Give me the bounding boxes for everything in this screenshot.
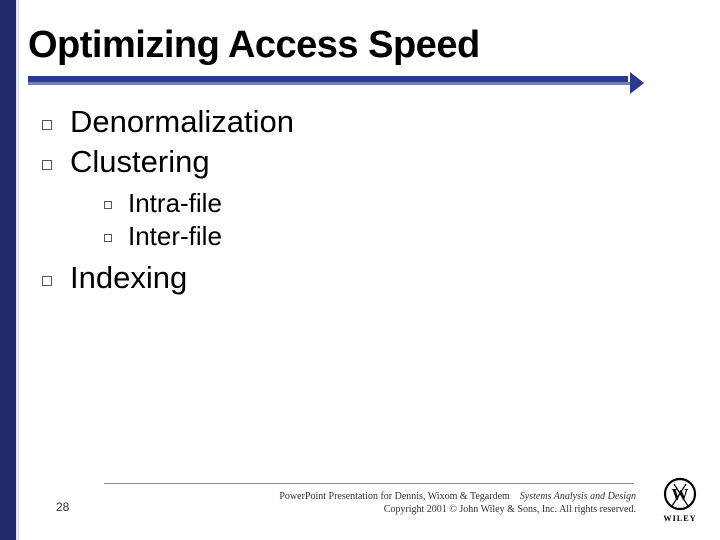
- square-bullet-icon: [42, 276, 52, 286]
- title-underline: [28, 76, 636, 88]
- content-area: Denormalization Clustering Intra-file In…: [42, 104, 662, 300]
- footer-text: PowerPoint Presentation for Dennis, Wixo…: [160, 491, 636, 516]
- arrow-right-icon: [630, 72, 644, 94]
- square-bullet-icon: [42, 120, 52, 130]
- bullet-text: Inter-file: [128, 221, 222, 252]
- bullet-text: Indexing: [70, 260, 187, 296]
- bullet-level1: Indexing: [42, 260, 662, 296]
- bullet-level2: Intra-file: [104, 188, 662, 219]
- wiley-logo: W WILEY: [656, 476, 704, 524]
- left-accent-bar: [0, 0, 16, 540]
- page-number: 28: [56, 500, 69, 514]
- footer-book-title: Systems Analysis and Design: [520, 491, 636, 502]
- square-bullet-icon: [104, 234, 112, 242]
- bullet-level2: Inter-file: [104, 221, 662, 252]
- bullet-level1: Clustering: [42, 144, 662, 180]
- bullet-level1: Denormalization: [42, 104, 662, 140]
- bullet-text: Clustering: [70, 144, 210, 180]
- sub-bullets: Intra-file Inter-file: [104, 188, 662, 252]
- svg-text:WILEY: WILEY: [663, 514, 696, 523]
- footer-divider: [104, 483, 634, 484]
- footer-copyright: Copyright 2001 © John Wiley & Sons, Inc.…: [384, 504, 636, 515]
- footer-credit: PowerPoint Presentation for Dennis, Wixo…: [279, 491, 509, 502]
- bullet-text: Intra-file: [128, 188, 222, 219]
- square-bullet-icon: [42, 160, 52, 170]
- slide-title: Optimizing Access Speed: [28, 24, 480, 67]
- square-bullet-icon: [104, 201, 112, 209]
- slide: Optimizing Access Speed Denormalization …: [0, 0, 720, 540]
- bullet-text: Denormalization: [70, 104, 294, 140]
- wiley-logo-icon: W WILEY: [656, 476, 704, 524]
